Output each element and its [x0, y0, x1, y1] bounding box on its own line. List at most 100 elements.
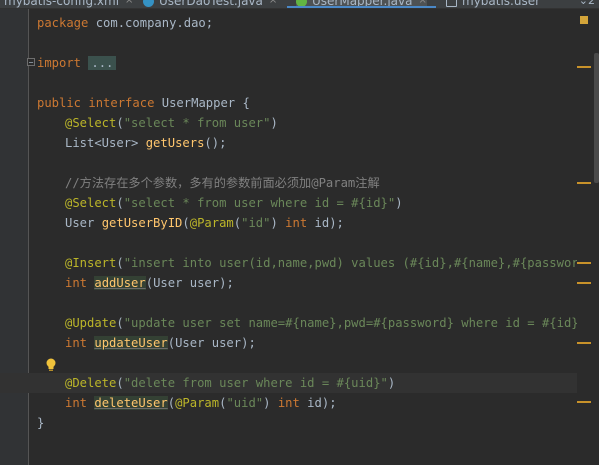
code-text: (User user);: [167, 336, 256, 350]
class-icon: [143, 0, 154, 7]
code-line-getuserbyid: User getUserByID(@Param("id") int id);: [37, 213, 577, 233]
active-tab-indicator: [287, 6, 436, 8]
error-stripe[interactable]: [577, 9, 599, 465]
folded-imports[interactable]: ...: [88, 56, 117, 70]
annotation: @Param: [189, 216, 234, 230]
keyword: int: [65, 336, 88, 350]
keyword: int: [285, 216, 308, 230]
tab-userdaotest[interactable]: UserDaoTest.java ×: [143, 0, 277, 8]
code-text: (: [116, 376, 124, 390]
code-text: ): [395, 196, 403, 210]
code-line-insert-annotation: @Insert("insert into user(id,name,pwd) v…: [37, 253, 599, 273]
code-text: (: [182, 216, 190, 230]
method-name: getUsers: [145, 136, 205, 150]
tab-label: mybatis.user: [462, 0, 541, 8]
table-icon: [446, 0, 457, 7]
code-line-adduser: int addUser(User user);: [37, 273, 577, 293]
editor-gutter: [0, 9, 29, 465]
code-text: ();: [204, 136, 227, 150]
tab-label: UserDaoTest.java: [159, 0, 263, 8]
code-text: id);: [307, 216, 344, 230]
keyword: public: [37, 96, 82, 110]
code-text: ): [263, 396, 278, 410]
code-text: ): [387, 376, 396, 390]
code-text: User: [65, 216, 102, 230]
code-line-package: package com.company.dao;: [37, 13, 577, 33]
tab-label: mybatis-config.xml: [4, 0, 120, 8]
stripe-marker[interactable]: [577, 182, 591, 184]
editor-tab-bar: mybatis-config.xml × UserDaoTest.java × …: [0, 0, 599, 9]
code-line-select-annotation: @Select("select * from user where id = #…: [37, 193, 577, 213]
keyword: interface: [88, 96, 155, 110]
keyword: int: [65, 276, 88, 290]
string-literal: "insert into user(id,name,pwd) values (#…: [123, 256, 599, 270]
stripe-marker[interactable]: [577, 262, 591, 264]
method-name[interactable]: addUser: [94, 276, 146, 290]
code-line-interface-decl: public interface UserMapper {: [37, 93, 577, 113]
code-line-delete-annotation: @Delete("delete from user where id = #{u…: [0, 373, 599, 393]
stripe-marker[interactable]: [577, 342, 591, 344]
code-text: UserMapper {: [154, 96, 250, 110]
keyword: int: [65, 396, 88, 410]
ide-editor-window: mybatis-config.xml × UserDaoTest.java × …: [0, 0, 599, 465]
annotation: @Insert: [65, 256, 117, 270]
tab-close-icon[interactable]: ×: [269, 0, 277, 8]
keyword: package: [37, 16, 89, 30]
code-text: (: [167, 396, 176, 410]
scrollbar-thumb[interactable]: [594, 53, 599, 183]
code-line-update-annotation: @Update("update user set name=#{name},pw…: [37, 313, 593, 333]
code-text: com.company.dao;: [88, 16, 214, 30]
stripe-marker[interactable]: [577, 282, 591, 284]
code-editor[interactable]: package com.company.dao; import ... publ…: [0, 13, 599, 433]
code-text: ): [270, 116, 278, 130]
string-literal: "delete from user where id = #{uid}": [123, 376, 388, 390]
code-line-comment: //方法存在多个参数，多有的参数前面必须加@Param注解: [37, 173, 577, 193]
code-text: id);: [299, 396, 337, 410]
annotation: @Param: [175, 396, 220, 410]
warning-status-icon[interactable]: [580, 16, 588, 24]
tab-close-icon[interactable]: ×: [125, 0, 133, 8]
code-text: (User user);: [145, 276, 234, 290]
tab-mybatis-user[interactable]: mybatis.user: [446, 0, 540, 8]
code-text: (: [116, 116, 124, 130]
method-name: getUserByID: [101, 216, 183, 230]
method-name[interactable]: deleteUser: [94, 396, 168, 410]
string-literal: "id": [241, 216, 271, 230]
code-line-updateuser: int updateUser(User user);: [37, 333, 577, 353]
chevron-down-icon: ⌄: [578, 0, 588, 7]
code-text: (: [116, 256, 124, 270]
code-line-deleteuser: int deleteUser(@Param("uid") int id);: [37, 393, 577, 413]
stripe-marker[interactable]: [577, 401, 591, 403]
method-name[interactable]: updateUser: [94, 336, 168, 350]
keyword: int: [277, 396, 300, 410]
annotation: @Update: [65, 316, 117, 330]
code-line-close-brace: }: [37, 413, 577, 433]
tab-mybatis-config[interactable]: mybatis-config.xml ×: [4, 0, 133, 8]
string-literal: "select * from user": [123, 116, 271, 130]
string-literal: "update user set name=#{name},pwd=#{pass…: [123, 316, 586, 330]
keyword: import: [37, 56, 82, 70]
code-text: (: [116, 196, 124, 210]
code-line-getusers: List<User> getUsers();: [37, 133, 577, 153]
string-literal: "select * from user where id = #{id}": [123, 196, 396, 210]
string-literal: "uid": [226, 396, 264, 410]
annotation: @Select: [65, 196, 117, 210]
code-line-import: import ...: [37, 53, 577, 73]
comment: //方法存在多个参数，多有的参数前面必须加@Param注解: [65, 176, 380, 190]
stripe-marker[interactable]: [577, 66, 591, 68]
annotation: @Select: [65, 116, 117, 130]
fold-toggle-icon[interactable]: −: [27, 58, 35, 67]
code-text: ): [270, 216, 286, 230]
code-text: }: [37, 416, 45, 430]
code-text: List<User>: [65, 136, 146, 150]
code-line-select-annotation: @Select("select * from user"): [37, 113, 577, 133]
code-text: (: [116, 316, 124, 330]
tab-overflow-button[interactable]: ⌄2: [579, 0, 595, 7]
annotation: @Delete: [65, 376, 117, 390]
